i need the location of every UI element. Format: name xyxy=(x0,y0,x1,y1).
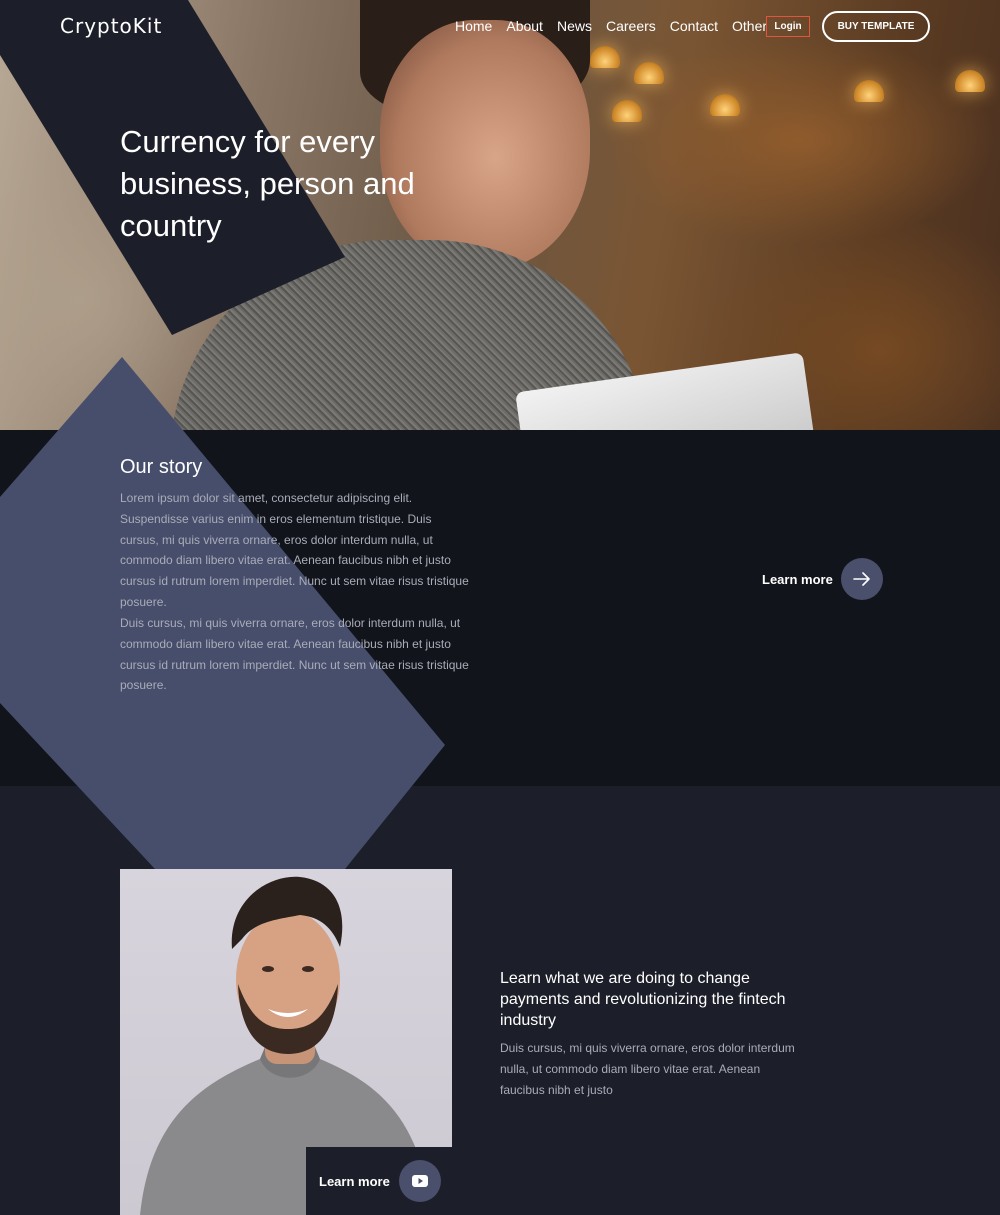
main-nav: Home About News Careers Contact Other xyxy=(455,18,781,34)
story-paragraph-2: Duis cursus, mi quis viverra ornare, ero… xyxy=(120,616,469,693)
learn-more-label: Learn more xyxy=(762,571,833,587)
story-paragraph-1: Lorem ipsum dolor sit amet, consectetur … xyxy=(120,491,469,609)
nav-home[interactable]: Home xyxy=(455,18,492,34)
hero-title: Currency for every business, person and … xyxy=(120,124,415,243)
buy-template-button[interactable]: BUY TEMPLATE xyxy=(822,11,930,42)
nav-news[interactable]: News xyxy=(557,18,592,34)
feature-title: Learn what we are doing to change paymen… xyxy=(500,970,786,1029)
nav-other[interactable]: Other xyxy=(732,18,767,34)
story-title: Our story xyxy=(120,456,203,478)
feature-paragraph: Duis cursus, mi quis viverra ornare, ero… xyxy=(500,1041,795,1097)
youtube-play-icon[interactable] xyxy=(398,1160,441,1202)
video-learn-more-label: Learn more xyxy=(319,1173,390,1189)
login-button[interactable]: Login xyxy=(766,16,810,37)
arrow-right-icon[interactable] xyxy=(840,558,883,600)
nav-contact[interactable]: Contact xyxy=(670,18,718,34)
video-learn-more-card[interactable]: Learn more xyxy=(306,1147,452,1215)
nav-careers[interactable]: Careers xyxy=(606,18,656,34)
logo[interactable]: CryptoKit xyxy=(60,14,162,38)
nav-about[interactable]: About xyxy=(506,18,543,34)
learn-more-link[interactable]: Learn more xyxy=(762,558,883,600)
